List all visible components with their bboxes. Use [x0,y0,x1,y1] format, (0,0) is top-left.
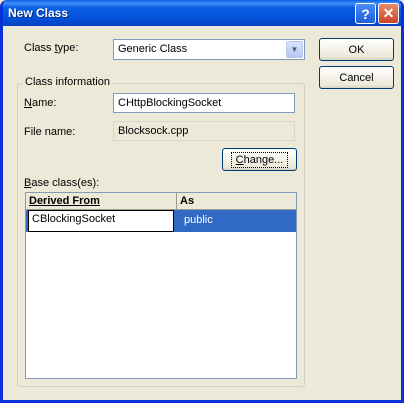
base-classes-label: Base class(es): [24,177,99,189]
title-bar[interactable]: New Class ? ✕ [3,0,401,26]
list-header: Derived From As [26,193,296,210]
change-button-focus: Change... [230,151,289,168]
name-input-value: CHttpBlockingSocket [118,97,222,109]
class-type-label-part: Class [24,42,55,54]
column-header-label: As [180,195,195,207]
column-header-as[interactable]: As [177,193,296,209]
window-title: New Class [8,6,69,20]
name-input[interactable]: CHttpBlockingSocket [113,93,295,113]
class-type-dropdown[interactable]: Generic Class ▼ [113,39,305,60]
file-name-field: Blocksock.cpp [113,121,295,141]
name-label: Name: [24,97,56,109]
cancel-button-label: Cancel [339,71,374,84]
class-type-label: Class type: [24,42,78,54]
column-header-label: Derived From [29,195,100,207]
file-name-value: Blocksock.cpp [118,125,189,137]
help-button[interactable]: ? [355,3,376,24]
dropdown-arrow-icon[interactable]: ▼ [286,41,303,58]
access-specifier-value[interactable]: public [184,214,213,226]
change-button-accesskey: C [235,153,244,166]
help-icon: ? [361,5,370,22]
close-icon: ✕ [382,5,395,21]
file-name-label: File name: [24,126,76,138]
chevron-down-icon: ▼ [290,45,299,54]
column-header-derived-from[interactable]: Derived From [26,193,177,209]
derived-from-value: CBlockingSocket [32,213,116,225]
ok-button[interactable]: OK [319,38,394,61]
class-type-label-part: ype: [57,42,79,54]
base-classes-label-part: ase class(es): [31,177,100,189]
cancel-button[interactable]: Cancel [319,66,394,89]
class-type-value: Generic Class [118,43,188,55]
base-classes-list[interactable]: Derived From As CBlockingSocket public [25,192,297,379]
name-label-accesskey: N [24,97,32,109]
change-button-label: hange... [243,153,284,166]
ok-button-label: OK [348,43,365,56]
close-button[interactable]: ✕ [378,3,399,24]
derived-from-cell-editor[interactable]: CBlockingSocket [28,210,174,232]
change-button[interactable]: Change... [222,148,297,171]
table-row[interactable]: CBlockingSocket public [26,210,296,232]
class-information-title: Class information [23,76,112,88]
new-class-dialog: New Class ? ✕ Class type: Generic Class … [0,0,404,403]
name-label-part: ame: [31,97,57,109]
